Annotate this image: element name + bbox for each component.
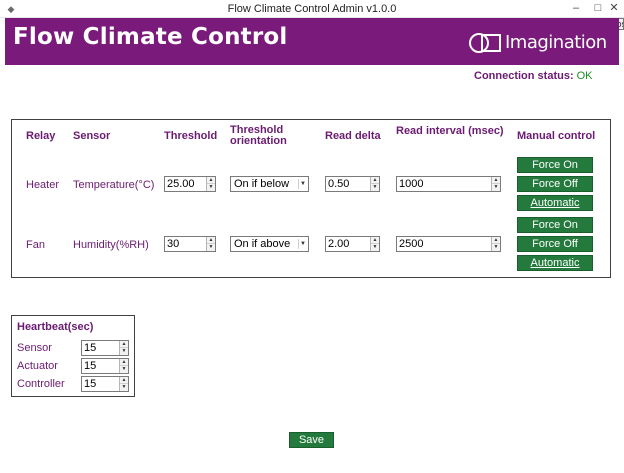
heartbeat-controller-label: Controller: [17, 378, 65, 390]
spin-down-icon[interactable]: ▼: [492, 184, 500, 191]
heater-read-interval-value: 1000: [399, 178, 424, 190]
fan-read-interval-input[interactable]: 2500 ▲ ▼: [396, 236, 501, 252]
fan-read-delta-value: 2.00: [328, 238, 350, 250]
heartbeat-title: Heartbeat(sec): [17, 321, 94, 333]
sensor-name-temperature: Temperature(°C): [73, 179, 155, 191]
header-threshold: Threshold: [164, 130, 218, 142]
chevron-down-icon[interactable]: ▼: [298, 239, 307, 249]
spin-up-icon[interactable]: ▲: [492, 177, 500, 184]
window-titlebar: ◆ Flow Climate Control Admin v1.0.0 – □ …: [0, 0, 624, 18]
connection-status: Connection status: OK: [474, 70, 593, 82]
spin-up-icon[interactable]: ▲: [492, 237, 500, 244]
heater-read-delta-stepper[interactable]: ▲ ▼: [370, 177, 379, 191]
heartbeat-panel: Heartbeat(sec) Sensor 15 ▲ ▼ Actuator 15 …: [11, 315, 135, 397]
header-threshold-orientation-line2: orientation: [230, 135, 287, 147]
fan-force-on-button[interactable]: Force On: [517, 217, 593, 233]
save-button[interactable]: Save: [289, 432, 334, 448]
fan-read-delta-input[interactable]: 2.00 ▲ ▼: [325, 236, 380, 252]
header-manual-control: Manual control: [517, 130, 596, 142]
spin-down-icon[interactable]: ▼: [492, 244, 500, 251]
heater-read-interval-stepper[interactable]: ▲ ▼: [491, 177, 500, 191]
heater-read-delta-value: 0.50: [328, 178, 350, 190]
heartbeat-actuator-label: Actuator: [17, 360, 58, 372]
heater-force-on-button[interactable]: Force On: [517, 157, 593, 173]
fan-threshold-stepper[interactable]: ▲ ▼: [206, 237, 215, 251]
heartbeat-sensor-input[interactable]: 15 ▲ ▼: [81, 340, 129, 356]
close-button[interactable]: ✕: [604, 0, 624, 18]
relay-settings-panel: Relay Sensor Threshold Threshold orienta…: [11, 119, 611, 278]
fan-automatic-button[interactable]: Automatic: [517, 255, 593, 271]
heartbeat-actuator-stepper[interactable]: ▲ ▼: [119, 359, 128, 373]
spin-up-icon[interactable]: ▲: [207, 237, 215, 244]
header-read-interval: Read interval (msec): [396, 125, 504, 137]
page-title: Flow Climate Control: [13, 24, 288, 50]
fan-force-off-button[interactable]: Force Off: [517, 236, 593, 252]
spin-down-icon[interactable]: ▼: [371, 184, 379, 191]
spin-down-icon[interactable]: ▼: [120, 384, 128, 391]
heartbeat-actuator-input[interactable]: 15 ▲ ▼: [81, 358, 129, 374]
heater-orientation-value: On if below: [234, 178, 290, 190]
sensor-name-humidity: Humidity(%RH): [73, 239, 149, 251]
fan-read-delta-stepper[interactable]: ▲ ▼: [370, 237, 379, 251]
logo-text: Imagination: [505, 32, 607, 53]
heartbeat-actuator-value: 15: [84, 360, 97, 372]
connection-status-value: OK: [576, 70, 593, 82]
header-relay: Relay: [26, 130, 56, 142]
relay-name-fan: Fan: [26, 239, 45, 251]
heater-threshold-value: 25.00: [167, 178, 195, 190]
fan-orientation-value: On if above: [234, 238, 291, 250]
spin-down-icon[interactable]: ▼: [371, 244, 379, 251]
relay-name-heater: Heater: [26, 179, 60, 191]
heartbeat-controller-value: 15: [84, 378, 97, 390]
spin-up-icon[interactable]: ▲: [120, 341, 128, 348]
heater-threshold-stepper[interactable]: ▲ ▼: [206, 177, 215, 191]
minimize-button[interactable]: –: [565, 0, 587, 18]
spin-down-icon[interactable]: ▼: [120, 348, 128, 355]
fan-threshold-input[interactable]: 30 ▲ ▼: [164, 236, 216, 252]
spin-down-icon[interactable]: ▼: [207, 184, 215, 191]
heater-threshold-input[interactable]: 25.00 ▲ ▼: [164, 176, 216, 192]
spin-up-icon[interactable]: ▲: [120, 359, 128, 366]
spin-up-icon[interactable]: ▲: [207, 177, 215, 184]
heater-automatic-button[interactable]: Automatic: [517, 195, 593, 211]
heartbeat-controller-input[interactable]: 15 ▲ ▼: [81, 376, 129, 392]
window-title: Flow Climate Control Admin v1.0.0: [227, 3, 397, 15]
heater-read-delta-input[interactable]: 0.50 ▲ ▼: [325, 176, 380, 192]
spin-down-icon[interactable]: ▼: [207, 244, 215, 251]
header-read-delta: Read delta: [325, 130, 381, 142]
spin-down-icon[interactable]: ▼: [120, 366, 128, 373]
imagination-logo: Imagination: [468, 31, 613, 55]
imagination-logo-mark-icon: [469, 33, 501, 53]
heartbeat-controller-stepper[interactable]: ▲ ▼: [119, 377, 128, 391]
spin-up-icon[interactable]: ▲: [120, 377, 128, 384]
connection-status-label: Connection status:: [474, 70, 574, 82]
heater-orientation-select[interactable]: On if below ▼: [230, 176, 309, 192]
heartbeat-sensor-label: Sensor: [17, 342, 52, 354]
fan-orientation-select[interactable]: On if above ▼: [230, 236, 309, 252]
header-banner: Flow Climate Control Imagination: [5, 18, 619, 65]
fan-read-interval-stepper[interactable]: ▲ ▼: [491, 237, 500, 251]
spin-up-icon[interactable]: ▲: [371, 177, 379, 184]
heater-force-off-button[interactable]: Force Off: [517, 176, 593, 192]
header-threshold-orientation: Threshold orientation: [230, 125, 287, 147]
fan-threshold-value: 30: [167, 238, 180, 250]
heater-read-interval-input[interactable]: 1000 ▲ ▼: [396, 176, 501, 192]
header-sensor: Sensor: [73, 130, 111, 142]
chevron-down-icon[interactable]: ▼: [298, 179, 307, 189]
heartbeat-sensor-stepper[interactable]: ▲ ▼: [119, 341, 128, 355]
fan-read-interval-value: 2500: [399, 238, 424, 250]
heartbeat-sensor-value: 15: [84, 342, 97, 354]
spin-up-icon[interactable]: ▲: [371, 237, 379, 244]
